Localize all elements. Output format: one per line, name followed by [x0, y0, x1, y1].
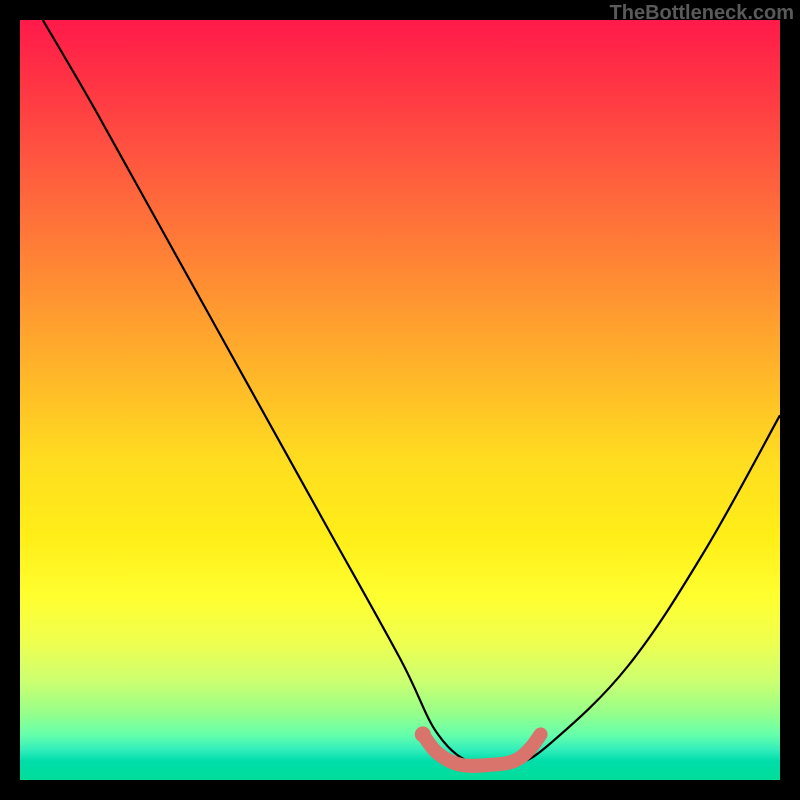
chart-container: TheBottleneck.com [0, 0, 800, 800]
optimal-range-marker-dot [415, 726, 431, 742]
curve-svg [20, 20, 780, 780]
attribution-text: TheBottleneck.com [610, 2, 794, 25]
plot-area [20, 20, 780, 780]
bottleneck-curve-path [43, 20, 780, 768]
